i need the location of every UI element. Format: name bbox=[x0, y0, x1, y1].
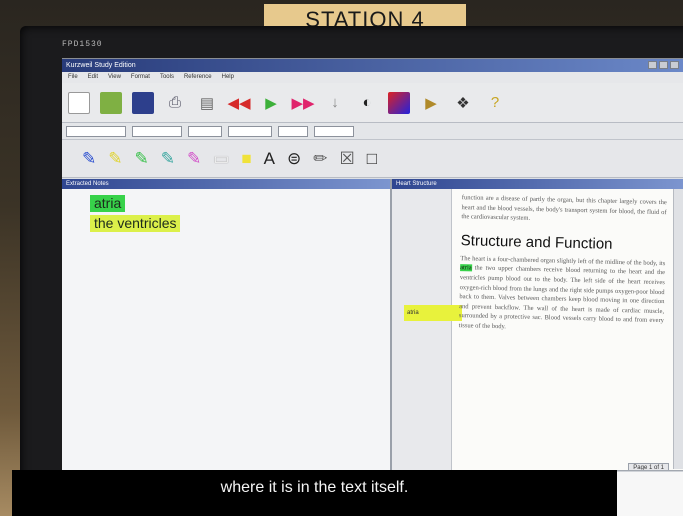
scan-icon[interactable]: ▤ bbox=[196, 92, 218, 114]
menu-file[interactable]: File bbox=[68, 72, 78, 83]
list-item[interactable]: the ventricles bbox=[90, 215, 390, 235]
zoom-select[interactable] bbox=[314, 125, 354, 137]
menu-reference[interactable]: Reference bbox=[184, 72, 212, 83]
window-titlebar: Kurzweil Study Edition bbox=[62, 59, 683, 72]
text-note-icon[interactable]: A bbox=[264, 149, 275, 169]
menu-tools[interactable]: Tools bbox=[160, 72, 174, 83]
document-pane-title: Heart Structure bbox=[392, 179, 683, 189]
teal-highlighter-icon[interactable]: ✎ bbox=[161, 149, 175, 169]
new-document-icon[interactable] bbox=[68, 91, 90, 114]
notes-pane: Extracted Notes atria the ventricles bbox=[62, 179, 392, 478]
list-item[interactable]: atria bbox=[90, 195, 390, 215]
menu-bar: File Edit View Format Tools Reference He… bbox=[62, 72, 683, 83]
text-cursor-icon[interactable]: ⊜ bbox=[287, 149, 301, 169]
intro-paragraph: function are a disease of partly the org… bbox=[461, 194, 667, 223]
subtitle-bar: where it is in the text itself. bbox=[12, 470, 617, 516]
extracted-word-atria[interactable]: atria bbox=[90, 195, 126, 212]
down-arrow-icon[interactable]: ↓ bbox=[324, 92, 346, 114]
voice-select[interactable] bbox=[228, 125, 272, 137]
document-text[interactable]: function are a disease of partly the org… bbox=[449, 191, 672, 464]
pink-highlighter-icon[interactable]: ✎ bbox=[187, 149, 201, 169]
notes-pane-title: Extracted Notes bbox=[62, 179, 390, 189]
menu-help[interactable]: Help bbox=[222, 72, 234, 83]
monitor-screen: Kurzweil Study Edition File Edit View Fo… bbox=[62, 58, 683, 478]
work-panes: Extracted Notes atria the ventricles Hea… bbox=[62, 179, 683, 478]
format-toolbar bbox=[62, 123, 683, 140]
yellow-highlighter-icon[interactable]: ✎ bbox=[108, 149, 122, 169]
document-pane: Heart Structure atria function are a dis… bbox=[392, 179, 683, 478]
extracted-word-ventricles[interactable]: the ventricles bbox=[90, 215, 181, 232]
window-icon[interactable]: □ bbox=[367, 149, 377, 169]
frame-corner bbox=[617, 472, 683, 516]
rewind-icon[interactable]: ◀◀ bbox=[227, 92, 250, 114]
section-heading: Structure and Function bbox=[460, 231, 613, 253]
print-icon[interactable]: ⎙ bbox=[164, 92, 186, 114]
trash-icon[interactable]: ☒ bbox=[339, 149, 354, 169]
open-folder-icon[interactable] bbox=[100, 91, 122, 114]
menu-edit[interactable]: Edit bbox=[88, 72, 98, 83]
green-highlighter-icon[interactable]: ✎ bbox=[135, 149, 149, 169]
blue-highlighter-icon[interactable]: ✎ bbox=[82, 149, 96, 169]
vertical-scrollbar[interactable] bbox=[673, 189, 683, 469]
speed-select[interactable] bbox=[278, 125, 308, 137]
window-controls bbox=[648, 61, 679, 69]
sticky-note-icon[interactable]: ■ bbox=[241, 149, 251, 169]
maximize-button[interactable] bbox=[659, 61, 668, 69]
minimize-button[interactable] bbox=[648, 61, 657, 69]
body-text-after: the two upper chambers receive blood ret… bbox=[458, 264, 666, 331]
monitor-model-label: FPD1530 bbox=[62, 40, 103, 49]
eraser-icon[interactable]: ▭ bbox=[213, 149, 229, 169]
highlighted-word[interactable]: atria bbox=[460, 264, 472, 272]
margin-column: atria bbox=[392, 189, 462, 478]
size-select[interactable] bbox=[188, 125, 222, 137]
contrast-icon[interactable]: ◐ bbox=[356, 92, 378, 114]
font-select[interactable] bbox=[66, 125, 126, 137]
extracted-word-list: atria the ventricles bbox=[62, 189, 390, 235]
fast-forward-icon[interactable]: ▶▶ bbox=[291, 92, 314, 114]
menu-format[interactable]: Format bbox=[131, 72, 150, 83]
menu-view[interactable]: View bbox=[108, 72, 121, 83]
close-button[interactable] bbox=[670, 61, 679, 69]
subtitle-text: where it is in the text itself. bbox=[220, 479, 409, 496]
color-palette-icon[interactable] bbox=[388, 91, 410, 114]
main-toolbar: ⎙ ▤ ◀◀ ▶ ▶▶ ↓ ◐ ▶ ❖ ? bbox=[62, 83, 683, 123]
study-toolbar: ✎ ✎ ✎ ✎ ✎ ▭ ■ A ⊜ ✏ ☒ □ bbox=[62, 140, 683, 178]
camera-icon[interactable]: ▶ bbox=[420, 92, 442, 114]
help-bulb-icon[interactable]: ? bbox=[484, 92, 506, 114]
style-select[interactable] bbox=[132, 125, 182, 137]
window-title: Kurzweil Study Edition bbox=[66, 62, 136, 69]
body-paragraph: The heart is a four-chambered organ slig… bbox=[459, 254, 666, 336]
play-icon[interactable]: ▶ bbox=[260, 92, 282, 114]
pencil-icon[interactable]: ✏ bbox=[313, 149, 327, 169]
save-disk-icon[interactable] bbox=[132, 91, 154, 114]
network-icon[interactable]: ❖ bbox=[452, 92, 474, 114]
